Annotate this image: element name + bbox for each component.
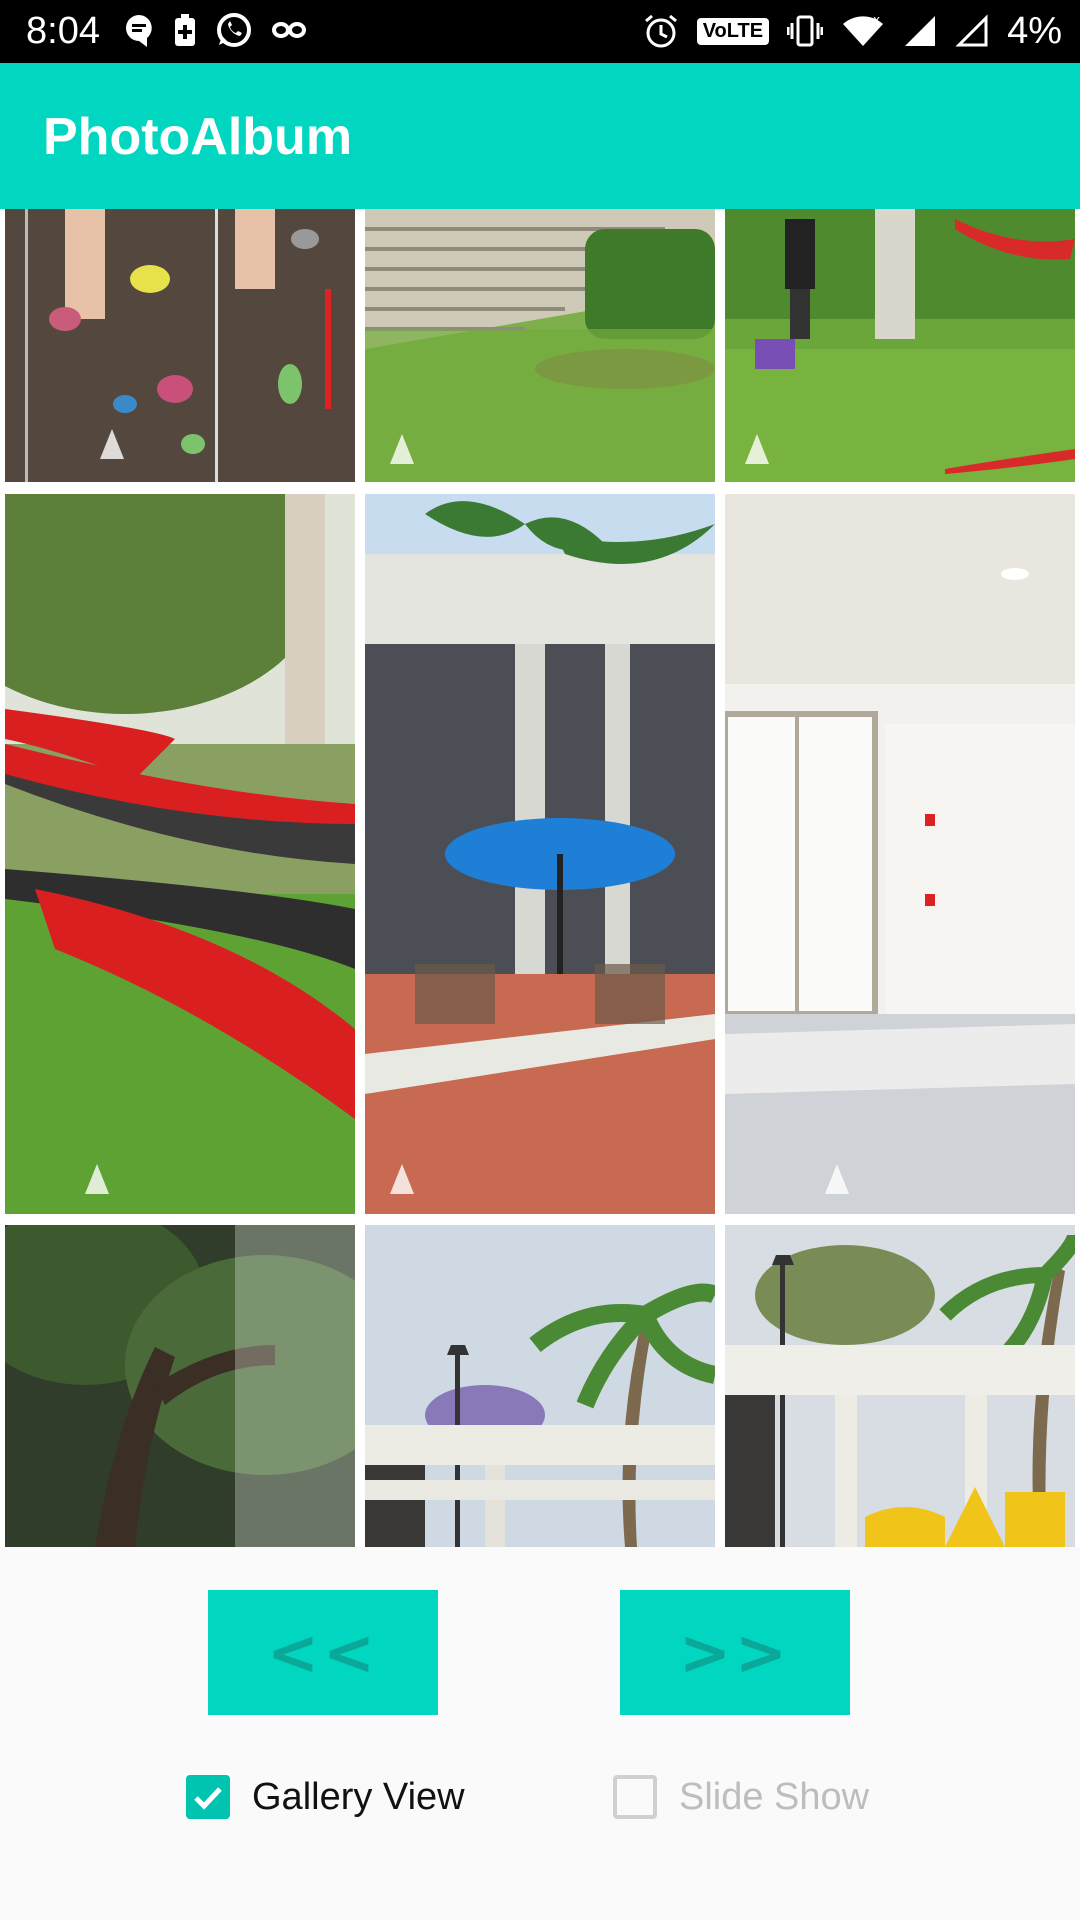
alarm-icon [644,14,677,48]
next-button[interactable]: >> [620,1590,850,1715]
infinity-icon [272,22,306,38]
whatsapp-icon [217,13,251,47]
photo-rock-climbing-wall[interactable] [5,209,355,482]
status-left-icons [124,12,306,48]
photo-student-walking-hammock[interactable] [725,209,1075,482]
slide-show-checkbox[interactable]: Slide Show [613,1775,869,1819]
gallery-view-checkbox[interactable]: Gallery View [186,1775,465,1819]
signal-icon [905,16,936,46]
photo-campus-building-yellow-sign[interactable] [725,1225,1075,1547]
message-icon [126,15,152,47]
battery-saver-icon [175,14,195,46]
checkbox-unchecked-icon[interactable] [613,1775,657,1819]
photo-palm-trees-lamp-post[interactable] [365,1225,715,1547]
signal-empty-icon [955,14,988,47]
battery-percent: 4% [1007,10,1062,52]
photo-tree-canopy[interactable] [5,1225,355,1547]
app-bar: PhotoAlbum [0,63,1080,209]
checkbox-checked-icon[interactable] [186,1775,230,1819]
svg-text:x: x [873,14,880,27]
photo-red-hammocks-trees[interactable] [5,494,355,1214]
photo-empty-white-room[interactable] [725,494,1075,1214]
vibrate-icon [787,15,824,47]
slide-show-label: Slide Show [679,1775,870,1818]
status-right-icons: VoLTE x 4% [643,6,1062,56]
status-bar: 8:04 VoLTE x 4% [0,0,1080,63]
photo-gallery[interactable] [0,209,1080,1547]
volte-icon: VoLTE [696,17,770,45]
status-time: 8:04 [26,10,100,52]
wifi-icon: x [843,14,884,46]
previous-button[interactable]: << [208,1590,438,1715]
app-title: PhotoAlbum [43,108,353,166]
photo-campus-steps-lawn[interactable] [365,209,715,482]
photo-courtyard-blue-umbrella[interactable] [365,494,715,1214]
gallery-view-label: Gallery View [252,1775,465,1818]
